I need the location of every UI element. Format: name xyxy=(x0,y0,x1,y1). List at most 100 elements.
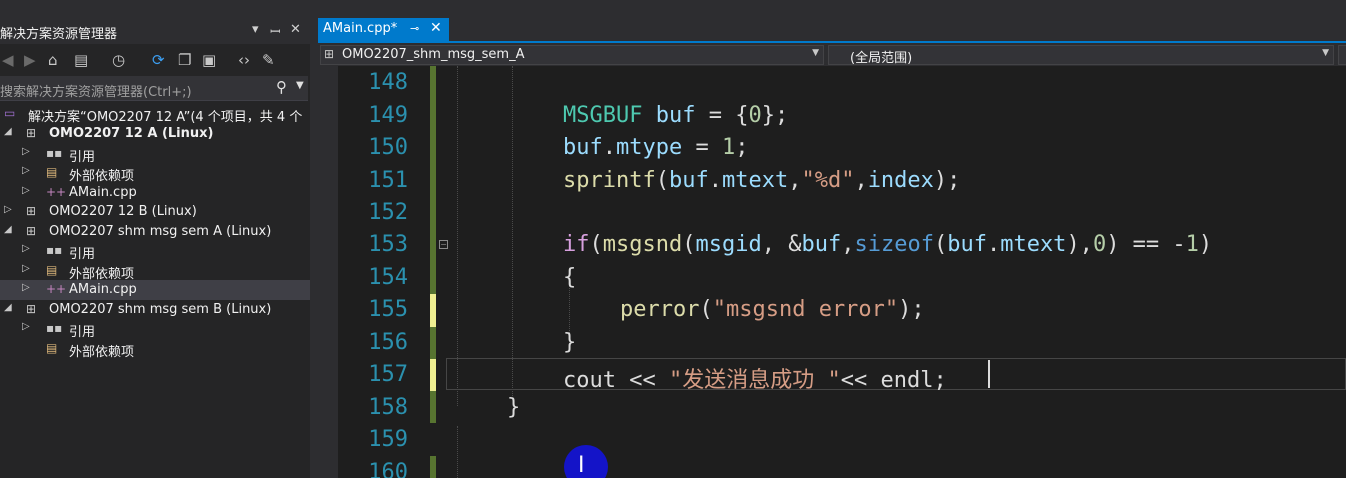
search-options-chevron-icon[interactable]: ▼ xyxy=(296,80,304,91)
token: 1 xyxy=(721,135,736,160)
tree-item-project-a[interactable]: ◢ ⊞ OMO2207 12 A (Linux) xyxy=(0,125,310,144)
references-icon: ▪▪ xyxy=(46,146,63,160)
tree-item-label: 外部依赖项 xyxy=(69,169,135,184)
token: 1 xyxy=(1185,232,1199,257)
tree-item-file[interactable]: ▷ ++ AMain.cpp xyxy=(0,184,310,203)
token: buf xyxy=(668,168,709,193)
external-deps-icon: ▤ xyxy=(46,341,58,355)
unsaved-change-marker xyxy=(430,294,436,327)
code-line-156[interactable]: } xyxy=(563,330,576,355)
collapsed-arrow-icon[interactable]: ▷ xyxy=(4,204,12,215)
pending-changes-icon[interactable]: ◷ xyxy=(112,51,125,69)
tree-item-external-deps[interactable]: ▷ ▤ 外部依赖项 xyxy=(0,262,310,282)
collapsed-arrow-icon[interactable]: ▷ xyxy=(22,282,30,293)
token: , & xyxy=(761,232,802,257)
scope-dropdown[interactable]: (全局范围) ▼ xyxy=(828,45,1334,66)
indent-guide xyxy=(569,288,570,333)
token: buf xyxy=(801,232,842,257)
tree-item-project-shm-a[interactable]: ◢ ⊞ OMO2207 shm msg sem A (Linux) xyxy=(0,223,310,242)
collapsed-arrow-icon[interactable]: ▷ xyxy=(22,165,30,176)
token: ); xyxy=(898,297,925,322)
code-line-157[interactable]: cout << "发送消息成功 "<< endl; xyxy=(563,362,947,394)
tree-item-external-deps[interactable]: ▤ 外部依赖项 xyxy=(0,340,310,360)
tree-item-label: 解决方案“OMO2207 12 A”(4 个项目，共 4 个 xyxy=(28,110,303,125)
close-tab-icon[interactable]: ✕ xyxy=(430,20,442,36)
token: MSGBUF xyxy=(563,103,643,128)
line-number: 149 xyxy=(368,103,408,128)
project-dropdown[interactable]: ⊞ OMO2207_shm_msg_sem_A ▼ xyxy=(320,45,824,65)
code-line-155[interactable]: perror("msgsnd error"); xyxy=(620,297,925,322)
code-line-158[interactable]: } xyxy=(507,395,520,420)
collapsed-arrow-icon[interactable]: ▷ xyxy=(22,146,30,157)
collapsed-arrow-icon[interactable]: ▷ xyxy=(22,263,30,274)
expanded-arrow-icon[interactable]: ◢ xyxy=(4,126,12,137)
tree-item-label: AMain.cpp xyxy=(69,282,137,297)
ibeam-cursor-icon: I xyxy=(578,453,585,478)
token: buf xyxy=(642,103,696,128)
back-icon[interactable]: ◀ xyxy=(2,51,14,69)
expanded-arrow-icon[interactable]: ◢ xyxy=(4,224,12,235)
show-all-files-icon[interactable]: ▣ xyxy=(202,51,216,69)
pin-icon[interactable]: ꟷ xyxy=(270,22,281,40)
collapsed-arrow-icon[interactable]: ▷ xyxy=(22,185,30,196)
token: ), xyxy=(1066,232,1093,257)
token: . xyxy=(708,168,722,193)
indent-guide xyxy=(512,66,513,396)
token: msgid xyxy=(695,232,762,257)
token: mtext xyxy=(1000,232,1067,257)
code-editor[interactable]: 148 149 150 151 152 153 154 155 156 157 … xyxy=(318,66,1346,478)
switch-views-icon[interactable]: ▤ xyxy=(74,51,88,69)
properties-wrench-icon[interactable]: ✎ xyxy=(262,51,275,69)
tree-item-references[interactable]: ▷ ▪▪ 引用 xyxy=(0,320,310,340)
chevron-down-icon: ▼ xyxy=(1322,48,1329,58)
token: . xyxy=(986,232,1001,257)
home-icon[interactable]: ⌂ xyxy=(48,51,58,69)
token: , xyxy=(788,168,802,193)
saved-change-marker xyxy=(430,327,436,359)
token: 0 xyxy=(748,103,762,128)
tree-item-project-b[interactable]: ▷ ⊞ OMO2207 12 B (Linux) xyxy=(0,203,310,222)
solution-explorer-search[interactable]: 搜索解决方案资源管理器(Ctrl+;) ⚲ ▼ xyxy=(0,76,308,101)
line-number: 152 xyxy=(368,200,408,225)
token: ; xyxy=(735,135,749,160)
scope-dropdown-value: (全局范围) xyxy=(850,51,913,66)
code-line-151[interactable]: sprintf(buf.mtext,"%d",index); xyxy=(563,168,960,193)
code-line-150[interactable]: buf.mtype = 1; xyxy=(563,135,748,160)
project-dropdown-value: OMO2207_shm_msg_sem_A xyxy=(342,47,525,62)
code-line-153[interactable]: if(msgsnd(msgid, &buf,sizeof(buf.mtext),… xyxy=(563,232,1212,257)
code-line-149[interactable]: MSGBUF buf = {0}; xyxy=(563,103,788,128)
search-input[interactable]: 搜索解决方案资源管理器(Ctrl+;) xyxy=(0,81,192,100)
tree-item-project-shm-b[interactable]: ◢ ⊞ OMO2207 shm msg sem B (Linux) xyxy=(0,301,310,320)
tree-item-references[interactable]: ▷ ▪▪ 引用 xyxy=(0,145,310,165)
project-icon: ⊞ xyxy=(26,204,37,218)
search-icon[interactable]: ⚲ xyxy=(276,78,287,96)
indent-guide xyxy=(457,426,458,478)
collapsed-arrow-icon[interactable]: ▷ xyxy=(22,321,30,332)
collapse-region-icon[interactable]: − xyxy=(439,240,448,249)
tab-amain-cpp[interactable]: AMain.cpp* ⊸ ✕ xyxy=(318,18,449,41)
tree-item-file-selected[interactable]: ▷ ++ AMain.cpp xyxy=(0,280,310,300)
token: = { xyxy=(695,103,749,128)
cpp-file-icon: ++ xyxy=(46,282,67,296)
code-line-154[interactable]: { xyxy=(563,265,576,290)
tree-item-label: OMO2207 12 A (Linux) xyxy=(49,126,214,141)
project-icon: ⊞ xyxy=(26,224,37,238)
tree-item-solution[interactable]: ▭ 解决方案“OMO2207 12 A”(4 个项目，共 4 个 xyxy=(0,105,310,125)
token: buf xyxy=(563,135,603,160)
expanded-arrow-icon[interactable]: ◢ xyxy=(4,302,12,313)
token: ( xyxy=(589,232,603,257)
tree-item-external-deps[interactable]: ▷ ▤ 外部依赖项 xyxy=(0,164,310,184)
member-dropdown[interactable] xyxy=(1338,45,1346,65)
tree-item-references[interactable]: ▷ ▪▪ 引用 xyxy=(0,242,310,262)
collapsed-arrow-icon[interactable]: ▷ xyxy=(22,243,30,254)
sync-icon[interactable]: ⟳ xyxy=(152,51,165,69)
references-icon: ▪▪ xyxy=(46,243,63,257)
dropdown-menu-icon[interactable]: ▾ xyxy=(252,22,259,37)
close-icon[interactable]: ✕ xyxy=(290,22,301,37)
collapse-all-icon[interactable]: ❐ xyxy=(178,51,191,69)
panel-splitter[interactable] xyxy=(310,0,318,478)
tree-item-label: OMO2207 shm msg sem B (Linux) xyxy=(49,302,272,317)
forward-icon[interactable]: ▶ xyxy=(24,51,36,69)
pin-tab-icon[interactable]: ⊸ xyxy=(410,22,419,35)
code-view-icon[interactable]: ‹› xyxy=(238,51,250,69)
